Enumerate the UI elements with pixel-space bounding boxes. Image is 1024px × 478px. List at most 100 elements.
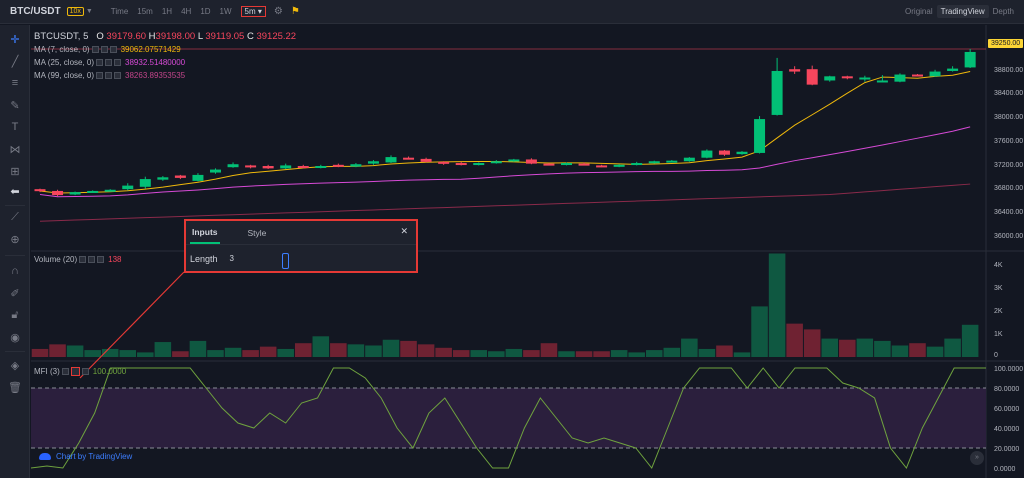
price-tick: 38400.00 (994, 90, 1024, 97)
volume-bar (154, 342, 172, 357)
price-tick: 38800.00 (994, 67, 1024, 74)
length-row: Length 3 (186, 245, 416, 273)
ma25-legend: MA (25, close, 0) 38932.51480000 (34, 58, 185, 67)
volume-bar (733, 352, 751, 357)
volume-bar (49, 344, 66, 357)
close-value: 39125.22 (256, 31, 297, 42)
length-label: Length (190, 254, 218, 264)
candle-body (157, 177, 169, 180)
candle-body (894, 74, 906, 82)
volume-bar (909, 343, 926, 357)
candle-body (34, 189, 46, 192)
candle-body (280, 165, 292, 169)
close-icon[interactable] (97, 256, 105, 263)
volume-bar (803, 329, 821, 357)
candle-body (754, 119, 766, 153)
volume-bar (821, 338, 839, 357)
eye-icon[interactable] (61, 368, 69, 375)
volume-bar (575, 351, 593, 357)
volume-bar (716, 345, 733, 357)
gear-icon[interactable] (105, 59, 113, 66)
tab-inputs[interactable]: Inputs (190, 222, 220, 244)
dialog-tabs: Inputs Style (186, 221, 416, 245)
tradingview-branding[interactable]: Chart by TradingView (39, 452, 132, 461)
volume-bar (961, 324, 979, 357)
volume-bar (628, 352, 645, 357)
candle-body (648, 161, 660, 164)
eye-icon[interactable] (79, 256, 87, 263)
close-icon[interactable] (114, 72, 122, 79)
candle-body (947, 68, 959, 71)
volume-bar (681, 338, 698, 357)
eye-icon[interactable] (96, 59, 104, 66)
volume-bar (119, 350, 137, 357)
candle-body (403, 157, 415, 160)
eye-icon[interactable] (91, 46, 99, 53)
eye-icon[interactable] (96, 72, 104, 79)
volume-bar (277, 348, 294, 357)
volume-bar (452, 350, 470, 357)
volume-bar (417, 344, 435, 357)
volume-bar (224, 347, 242, 357)
volume-bar (874, 340, 891, 357)
gear-icon[interactable] (100, 46, 108, 53)
mfi-tick: 80.0000 (994, 386, 1020, 393)
mfi-value: 100.0000 (92, 367, 127, 376)
tab-style[interactable]: Style (246, 223, 269, 243)
volume-label: Volume (20) (34, 255, 78, 264)
ma7-value: 39062.07571429 (120, 45, 181, 54)
volume-bar (593, 351, 610, 357)
volume-bar (768, 253, 786, 357)
candle-body (789, 69, 801, 72)
candle-body (52, 190, 64, 196)
candle-body (122, 185, 134, 190)
length-stepper[interactable] (282, 253, 289, 269)
gear-icon[interactable] (70, 367, 80, 376)
ma7-legend: MA (7, close, 0) 39062.07571429 (34, 45, 181, 54)
candle-body (104, 189, 116, 192)
volume-bar (259, 346, 277, 357)
ohlc-values: O 39179.60 H39198.00 L 39119.05 C 39125.… (96, 31, 296, 42)
volume-bar (645, 350, 663, 357)
candle-body (508, 159, 520, 162)
mfi-tick: 0.0000 (994, 466, 1016, 473)
open-label: O (96, 31, 104, 42)
close-icon[interactable] (81, 368, 89, 375)
candle-body (771, 70, 783, 115)
candle-body (736, 151, 748, 155)
volume-bar (505, 348, 523, 357)
candle-body (297, 166, 309, 169)
mfi-tick: 40.0000 (994, 426, 1020, 433)
volume-bar (312, 336, 330, 357)
volume-bar (207, 350, 224, 357)
candle-body (841, 76, 853, 79)
candle-body (245, 165, 257, 168)
main-legend: BTCUSDT, 5 O 39179.60 H39198.00 L 39119.… (34, 31, 296, 42)
candle-body (473, 163, 485, 166)
volume-tick: 4K (994, 262, 1003, 269)
mfi-tick: 20.0000 (994, 446, 1020, 453)
candle-body (87, 190, 99, 193)
volume-tick: 2K (994, 308, 1003, 315)
gear-icon[interactable] (88, 256, 96, 263)
gear-icon[interactable] (105, 72, 113, 79)
candle-body (561, 163, 572, 166)
volume-tick: 3K (994, 285, 1003, 292)
scroll-to-end-icon[interactable]: » (970, 451, 984, 465)
length-input[interactable]: 3 (228, 251, 288, 267)
candle-body (806, 69, 818, 85)
volume-bar (66, 345, 84, 357)
ma25-value: 38932.51480000 (125, 58, 186, 67)
mfi-label: MFI (3) (34, 367, 60, 376)
close-icon[interactable] (109, 46, 117, 53)
mfi-legend: MFI (3) 100.0000 (34, 367, 126, 376)
candle-body (929, 71, 941, 77)
close-icon[interactable]: ✕ (400, 226, 408, 237)
candle-body (385, 157, 397, 163)
tradingview-logo-icon (39, 453, 51, 460)
close-icon[interactable] (114, 59, 122, 66)
volume-bar (786, 323, 803, 357)
candle-body (227, 164, 239, 168)
candle-body (139, 179, 151, 187)
candle-body (824, 76, 836, 81)
